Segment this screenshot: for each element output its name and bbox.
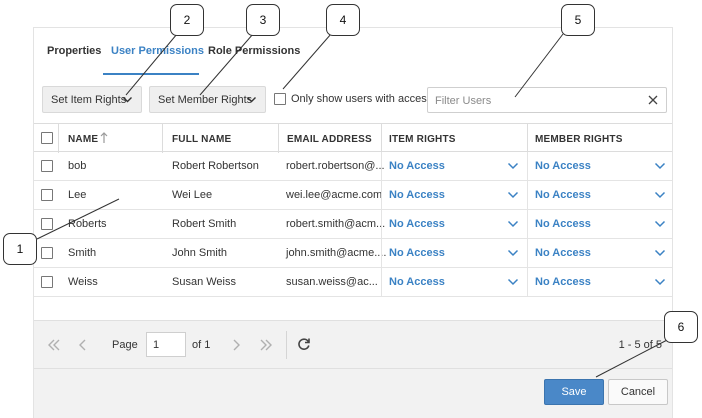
set-member-rights-label: Set Member Rights bbox=[158, 93, 253, 106]
item-rights-dropdown[interactable]: No Access bbox=[389, 218, 445, 230]
only-show-users-label: Only show users with access bbox=[291, 93, 433, 105]
next-page-icon[interactable] bbox=[231, 339, 241, 351]
page-number-input[interactable] bbox=[146, 332, 186, 357]
table-row: bob Robert Robertson robert.robertson@..… bbox=[34, 152, 672, 181]
user-email: robert.robertson@... bbox=[286, 160, 385, 172]
page-count-label: of 1 bbox=[192, 339, 211, 351]
chevron-down-icon[interactable] bbox=[507, 190, 519, 200]
user-email: john.smith@acme.... bbox=[286, 247, 387, 259]
save-button[interactable]: Save bbox=[544, 379, 604, 405]
permissions-panel: Properties User Permissions Role Permiss… bbox=[33, 27, 673, 418]
page-label: Page bbox=[112, 339, 138, 351]
column-header-item-rights[interactable]: ITEM RIGHTS bbox=[389, 134, 456, 145]
chevron-down-icon[interactable] bbox=[507, 219, 519, 229]
user-email: wei.lee@acme.com bbox=[286, 189, 383, 201]
callout-2: 2 bbox=[170, 4, 204, 36]
item-rights-dropdown[interactable]: No Access bbox=[389, 276, 445, 288]
member-rights-dropdown[interactable]: No Access bbox=[535, 247, 591, 259]
callout-1: 1 bbox=[3, 233, 37, 265]
member-rights-dropdown[interactable]: No Access bbox=[535, 218, 591, 230]
callout-6: 6 bbox=[664, 311, 698, 343]
table-row: Weiss Susan Weiss susan.weiss@ac... No A… bbox=[34, 268, 672, 297]
item-rights-dropdown[interactable]: No Access bbox=[389, 189, 445, 201]
user-full-name: Robert Smith bbox=[172, 218, 237, 230]
user-email: robert.smith@acm... bbox=[286, 218, 386, 230]
chevron-down-icon[interactable] bbox=[654, 277, 666, 287]
tab-user-permissions[interactable]: User Permissions bbox=[111, 45, 204, 57]
grid-header: NAME FULL NAME EMAIL ADDRESS ITEM RIGHTS… bbox=[34, 123, 672, 153]
callout-4: 4 bbox=[326, 4, 360, 36]
row-checkbox[interactable] bbox=[41, 160, 53, 172]
chevron-down-icon[interactable] bbox=[507, 277, 519, 287]
last-page-icon[interactable] bbox=[259, 339, 273, 351]
callout-3: 3 bbox=[246, 4, 280, 36]
row-checkbox[interactable] bbox=[41, 218, 53, 230]
sort-ascending-icon[interactable] bbox=[100, 132, 108, 144]
user-full-name: John Smith bbox=[172, 247, 228, 259]
table-row: Smith John Smith john.smith@acme.... No … bbox=[34, 239, 672, 268]
page-range-label: 1 - 5 of 5 bbox=[618, 339, 662, 351]
first-page-icon[interactable] bbox=[47, 339, 61, 351]
refresh-icon[interactable] bbox=[297, 337, 311, 351]
user-name: Smith bbox=[68, 247, 97, 259]
chevron-down-icon[interactable] bbox=[654, 190, 666, 200]
chevron-down-icon[interactable] bbox=[507, 248, 519, 258]
active-tab-underline bbox=[103, 73, 199, 75]
tab-properties[interactable]: Properties bbox=[47, 45, 101, 57]
table-row: Roberts Robert Smith robert.smith@acm...… bbox=[34, 210, 672, 239]
column-header-email[interactable]: EMAIL ADDRESS bbox=[287, 134, 372, 145]
chevron-down-icon[interactable] bbox=[654, 219, 666, 229]
row-checkbox[interactable] bbox=[41, 276, 53, 288]
user-full-name: Robert Robertson bbox=[172, 160, 259, 172]
user-full-name: Wei Lee bbox=[172, 189, 213, 201]
pagination-bar: Page of 1 1 - 5 of 5 bbox=[34, 320, 672, 368]
chevron-down-icon[interactable] bbox=[654, 248, 666, 258]
member-rights-dropdown[interactable]: No Access bbox=[535, 160, 591, 172]
user-name: bob bbox=[68, 160, 87, 172]
dialog-footer: Save Cancel bbox=[34, 368, 672, 418]
item-rights-dropdown[interactable]: No Access bbox=[389, 160, 445, 172]
column-header-full-name[interactable]: FULL NAME bbox=[172, 134, 231, 145]
set-item-rights-label: Set Item Rights bbox=[51, 93, 127, 106]
filter-users-input[interactable] bbox=[435, 93, 635, 108]
table-row: Lee Wei Lee wei.lee@acme.com No Access N… bbox=[34, 181, 672, 210]
filter-users-field bbox=[427, 87, 667, 113]
column-header-member-rights[interactable]: MEMBER RIGHTS bbox=[535, 134, 623, 145]
chevron-down-icon[interactable] bbox=[654, 161, 666, 171]
user-name: Weiss bbox=[68, 276, 98, 288]
tab-role-permissions[interactable]: Role Permissions bbox=[208, 45, 300, 57]
callout-5: 5 bbox=[561, 4, 595, 36]
item-rights-dropdown[interactable]: No Access bbox=[389, 247, 445, 259]
member-rights-dropdown[interactable]: No Access bbox=[535, 276, 591, 288]
only-show-users-filter: Only show users with access bbox=[274, 93, 432, 105]
user-email: susan.weiss@ac... bbox=[286, 276, 378, 288]
user-name: Lee bbox=[68, 189, 87, 201]
row-checkbox[interactable] bbox=[41, 189, 53, 201]
previous-page-icon[interactable] bbox=[78, 339, 88, 351]
set-member-rights-button[interactable]: Set Member Rights bbox=[149, 86, 266, 113]
member-rights-dropdown[interactable]: No Access bbox=[535, 189, 591, 201]
column-header-name[interactable]: NAME bbox=[68, 134, 98, 145]
user-full-name: Susan Weiss bbox=[172, 276, 236, 288]
set-item-rights-button[interactable]: Set Item Rights bbox=[42, 86, 142, 113]
select-all-checkbox[interactable] bbox=[41, 132, 53, 144]
only-show-users-checkbox[interactable] bbox=[274, 93, 286, 105]
chevron-down-icon bbox=[123, 97, 132, 103]
chevron-down-icon[interactable] bbox=[507, 161, 519, 171]
row-checkbox[interactable] bbox=[41, 247, 53, 259]
cancel-button[interactable]: Cancel bbox=[608, 379, 668, 405]
chevron-down-icon bbox=[247, 97, 256, 103]
user-name: Roberts bbox=[68, 218, 107, 230]
clear-icon[interactable] bbox=[647, 94, 659, 106]
pager-divider bbox=[286, 331, 287, 359]
